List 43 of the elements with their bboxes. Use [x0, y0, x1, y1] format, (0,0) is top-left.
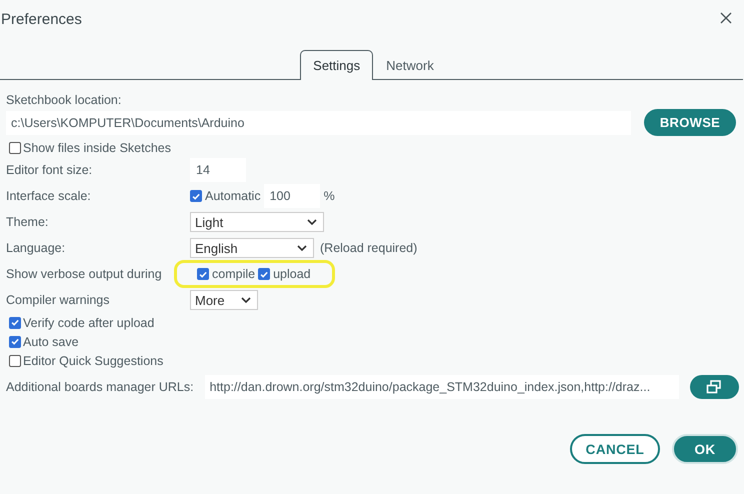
browse-button[interactable]: BROWSE	[644, 109, 736, 136]
note-text: (Reload required)	[320, 241, 418, 255]
field-label: Compiler warnings	[6, 293, 111, 307]
field-label: Language:	[6, 241, 66, 255]
checkbox[interactable]	[9, 354, 21, 366]
input-field[interactable]: c:\Users\KOMPUTER\Documents\Arduino	[6, 110, 631, 134]
ok-button[interactable]: OK	[672, 434, 738, 464]
cancel-button[interactable]: CANCEL	[570, 434, 660, 464]
checkbox-label: upload	[273, 267, 311, 281]
chevron-down-icon	[297, 245, 307, 251]
dropdown[interactable]: Light	[190, 212, 324, 232]
checkbox[interactable]	[9, 316, 21, 328]
window-stack-icon	[706, 380, 722, 394]
open-window-button[interactable]	[690, 375, 739, 399]
tab[interactable]: Settings	[300, 50, 374, 80]
checkbox[interactable]	[190, 190, 202, 202]
field-label: Additional boards manager URLs:	[6, 380, 194, 394]
chevron-down-icon	[240, 297, 251, 303]
checkbox[interactable]	[258, 268, 270, 280]
checkbox-label: compile	[212, 267, 256, 281]
field-label: Show verbose output during	[6, 267, 163, 281]
checkbox-label: Automatic	[205, 189, 261, 203]
checkbox[interactable]	[9, 142, 21, 154]
dropdown[interactable]: More	[190, 290, 258, 310]
field-label: Interface scale:	[6, 189, 92, 203]
field-label: Theme:	[6, 215, 50, 229]
checkbox-label: Verify code after upload	[23, 316, 154, 330]
checkbox[interactable]	[197, 268, 209, 280]
tab[interactable]: Network	[373, 50, 447, 80]
checkbox[interactable]	[9, 336, 21, 348]
input-field[interactable]: 14	[190, 158, 246, 182]
field-label: Editor font size:	[6, 163, 94, 177]
unit-label: %	[324, 189, 335, 203]
checkbox-label: Show files inside Sketches	[23, 140, 171, 154]
checkbox-label: Auto save	[23, 334, 79, 348]
dialog-title: Preferences	[1, 10, 82, 28]
input-field[interactable]: 100	[264, 184, 320, 208]
chevron-down-icon	[307, 219, 317, 225]
field-label: Sketchbook location:	[6, 93, 122, 107]
dropdown[interactable]: English	[190, 238, 314, 258]
close-icon[interactable]	[720, 12, 732, 24]
input-field[interactable]: http://dan.drown.org/stm32duino/package_STM32duino_index.json,http://draz...	[204, 375, 679, 399]
checkbox-label: Editor Quick Suggestions	[23, 354, 164, 368]
